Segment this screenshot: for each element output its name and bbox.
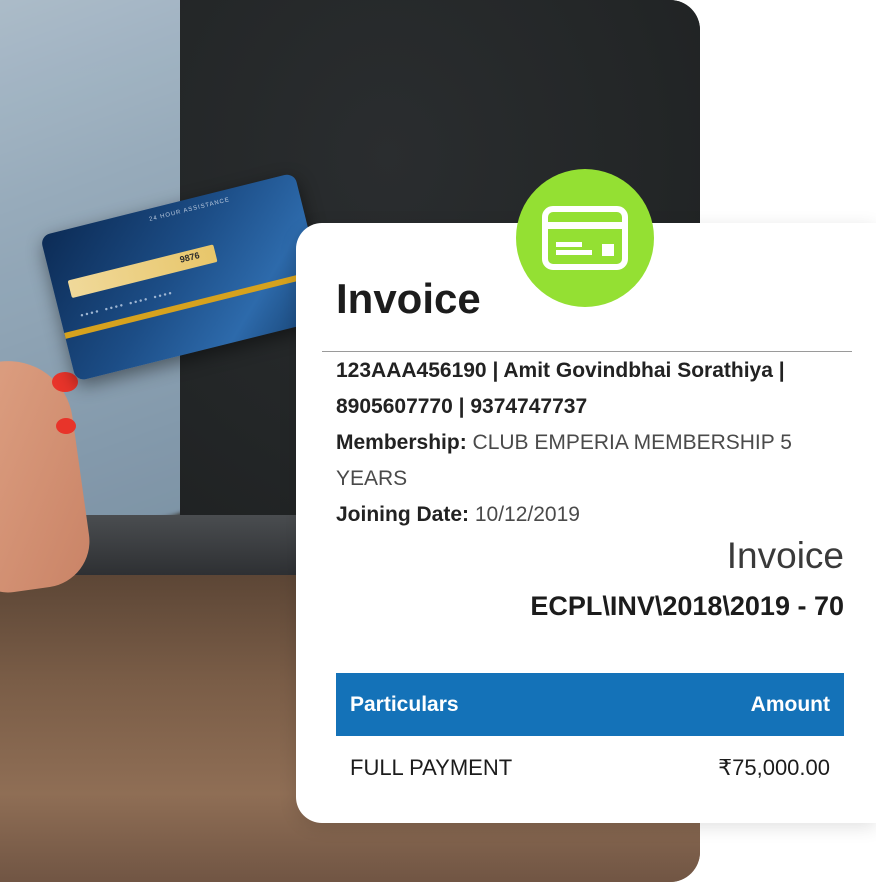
customer-info: 123AAA456190 | Amit Govindbhai Sorathiya… [336,353,836,533]
divider [322,351,852,352]
joining-date-row: Joining Date: 10/12/2019 [336,497,836,533]
credit-card-icon [542,206,628,270]
customer-line-1: 123AAA456190 | Amit Govindbhai Sorathiya… [336,359,785,382]
invoice-number: ECPL\INV\2018\2019 - 70 [530,591,844,621]
payment-badge [516,169,654,307]
row-amount: ₹75,000.00 [718,755,830,780]
photo-nail [52,372,78,392]
column-header-particulars: Particulars [350,692,459,716]
membership-row: Membership: CLUB EMPERIA MEMBERSHIP 5 YE… [336,425,836,497]
row-particulars: FULL PAYMENT [350,755,513,780]
customer-line-2: 8905607770 | 9374747737 [336,395,588,418]
column-header-amount: Amount [750,692,830,716]
invoice-heading: Invoice [726,535,844,576]
joining-date-label: Joining Date: [336,503,470,526]
invoice-title: Invoice [336,275,481,322]
invoice-card: Invoice 123AAA456190 | Amit Govindbhai S… [296,223,876,823]
photo-nail [56,418,76,434]
table-row: FULL PAYMENT ₹75,000.00 [336,743,844,793]
membership-label: Membership: [336,431,467,454]
table-header: Particulars Amount [336,673,844,736]
joining-date-value: 10/12/2019 [474,503,580,526]
